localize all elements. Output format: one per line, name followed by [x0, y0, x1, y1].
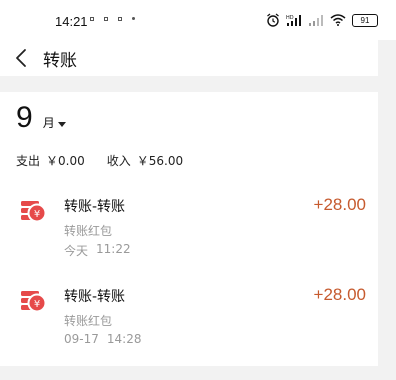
- month-number: 9: [16, 101, 33, 134]
- svg-text:HD: HD: [286, 15, 294, 21]
- month-summary: 支出 ￥0.00 收入 ￥56.00: [16, 152, 183, 169]
- month-selector[interactable]: 9 月: [16, 100, 66, 136]
- transaction-title: 转账-转账: [64, 289, 126, 305]
- back-arrow-icon[interactable]: [12, 48, 32, 68]
- notification-icon: [90, 17, 94, 21]
- status-indicators: HD 91: [266, 13, 378, 27]
- notification-icon: [104, 17, 108, 21]
- transaction-amount: +28.00: [313, 285, 366, 304]
- transaction-item[interactable]: ¥ 转账-转账 转账红包 今天 11:22 +28.00: [0, 190, 378, 262]
- transaction-date: 09-17: [64, 332, 99, 346]
- status-bar: 14:21 HD 91: [0, 0, 396, 40]
- more-notifications-icon: [132, 17, 135, 20]
- status-time: 14:21: [55, 14, 88, 29]
- alarm-icon: [267, 13, 279, 27]
- expense-label: 支出: [16, 154, 41, 168]
- transactions-card: 9 月 支出 ￥0.00 收入 ￥56.00 ¥ 转账-转账 转账红包 今天 1…: [0, 92, 378, 366]
- dropdown-caret-icon: [57, 122, 66, 127]
- svg-text:¥: ¥: [34, 209, 40, 220]
- transaction-subtitle: 转账红包: [64, 224, 113, 238]
- red-packet-icon: ¥: [21, 201, 47, 223]
- wifi-icon: [330, 14, 346, 26]
- transaction-amount: +28.00: [313, 195, 366, 214]
- transaction-time: 14:28: [106, 332, 142, 346]
- battery-indicator: 91: [352, 13, 378, 27]
- transaction-datetime: 09-17 14:28: [64, 332, 141, 346]
- red-packet-icon: ¥: [21, 291, 47, 313]
- transaction-time: 11:22: [96, 242, 131, 256]
- transaction-datetime: 今天 11:22: [64, 242, 131, 259]
- notification-icons: [90, 17, 135, 21]
- notification-icon: [118, 17, 122, 21]
- transaction-subtitle: 转账红包: [64, 314, 113, 328]
- income-label: 收入: [106, 154, 131, 168]
- expense-value: ￥0.00: [46, 154, 85, 168]
- transaction-item[interactable]: ¥ 转账-转账 转账红包 09-17 14:28 +28.00: [0, 280, 378, 352]
- transaction-date: 今天: [64, 244, 89, 258]
- svg-text:¥: ¥: [34, 299, 40, 310]
- page-title: 转账: [43, 51, 77, 71]
- signal-weak-icon: [309, 15, 323, 26]
- header: 转账: [0, 40, 378, 76]
- month-unit: 月: [42, 116, 55, 130]
- transaction-title: 转账-转账: [64, 199, 126, 215]
- income-value: ￥56.00: [136, 154, 184, 168]
- signal-hd-icon: HD: [286, 15, 301, 26]
